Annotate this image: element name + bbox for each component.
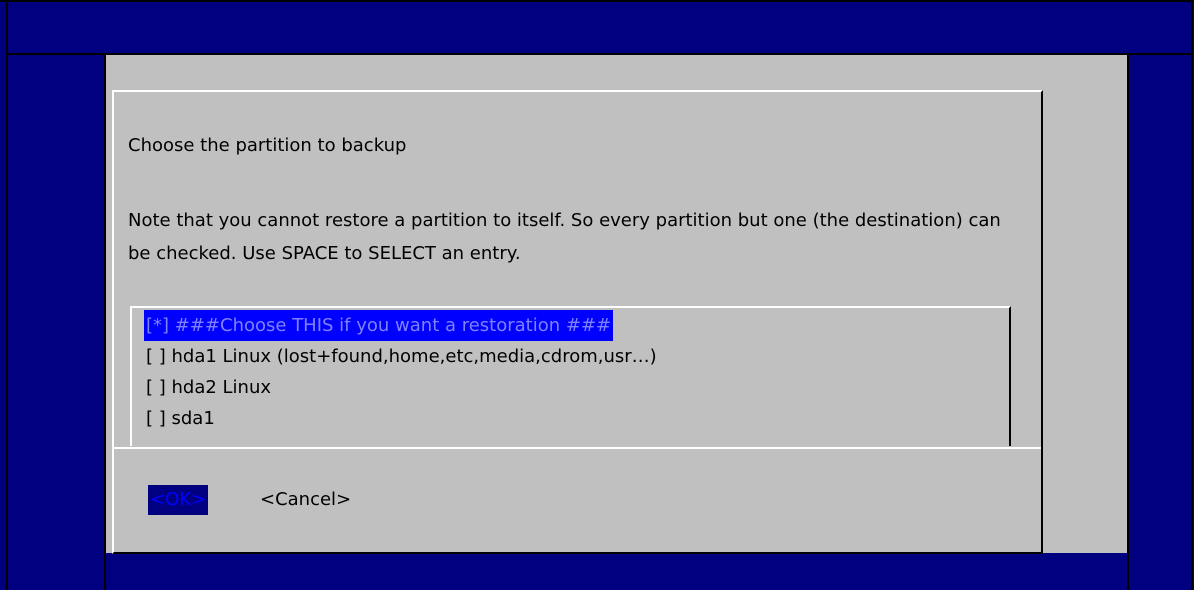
screen-right-border	[1191, 0, 1193, 590]
cancel-button[interactable]: <Cancel>	[258, 485, 353, 515]
list-item-hda1[interactable]: [ ] hda1 Linux (lost+found,home,etc,medi…	[144, 341, 1009, 372]
dialog-title: Choose the partition to backup	[128, 135, 407, 156]
ok-button[interactable]: <OK>	[148, 485, 209, 515]
list-item-label: [ ] hda2 Linux	[146, 377, 272, 398]
list-item-label: [*] ###Choose THIS if you want a restora…	[144, 310, 614, 341]
button-area-divider	[114, 447, 1041, 449]
dialog-note: Note that you cannot restore a partition…	[128, 210, 1001, 264]
list-item-sda1[interactable]: [ ] sda1	[144, 403, 1009, 434]
list-item-restoration[interactable]: [*] ###Choose THIS if you want a restora…	[144, 310, 1009, 341]
backdrop-panel-right-edge	[1127, 55, 1129, 590]
partition-checklist[interactable]: [*] ###Choose THIS if you want a restora…	[130, 306, 1011, 446]
partition-backup-dialog: Choose the partition to backup Note that…	[112, 90, 1043, 554]
list-item-label: [ ] sda1	[146, 408, 215, 429]
screen-top-border	[0, 0, 1194, 2]
list-item-label: [ ] hda1 Linux (lost+found,home,etc,medi…	[146, 346, 657, 367]
screen-left-border	[6, 0, 8, 590]
list-item-hda2[interactable]: [ ] hda2 Linux	[144, 372, 1009, 403]
backdrop-panel-left-edge	[104, 55, 106, 590]
